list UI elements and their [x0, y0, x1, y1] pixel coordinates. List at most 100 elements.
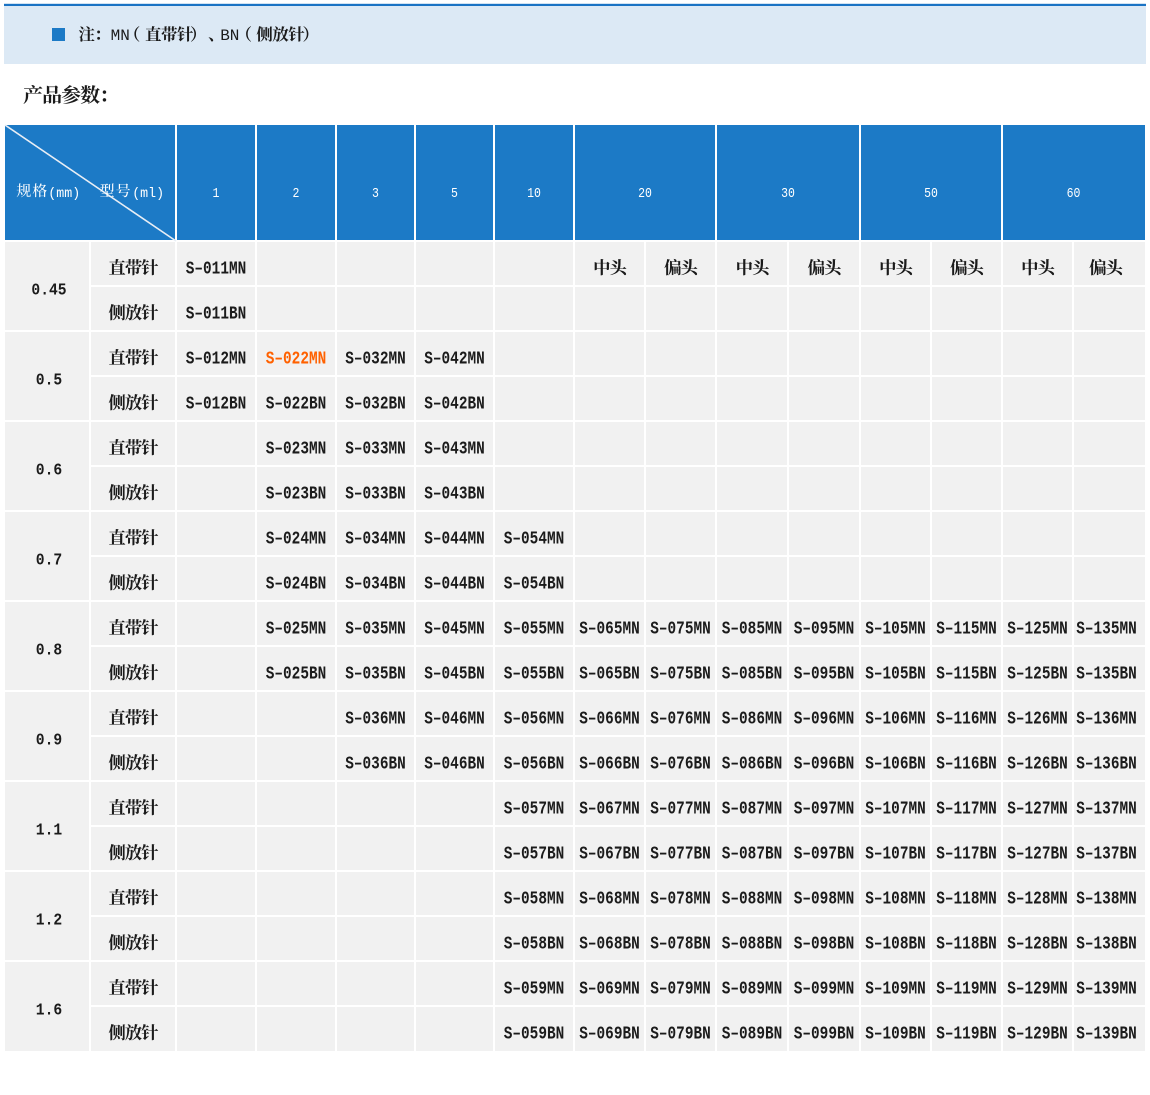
svg-text:S–107BN: S–107BN — [865, 845, 926, 865]
svg-text:S–099MN: S–099MN — [794, 980, 855, 1000]
svg-text:S–138BN: S–138BN — [1076, 935, 1137, 955]
svg-text:S–109BN: S–109BN — [865, 1025, 926, 1045]
svg-text:S–125BN: S–125BN — [1007, 665, 1068, 685]
svg-text:S–069BN: S–069BN — [579, 1025, 640, 1045]
svg-text:S–096MN: S–096MN — [794, 710, 855, 730]
svg-text:S–012BN: S–012BN — [186, 395, 247, 415]
svg-text:S–137BN: S–137BN — [1076, 845, 1137, 865]
svg-text:S–126MN: S–126MN — [1007, 710, 1068, 730]
svg-text:S–033MN: S–033MN — [345, 440, 406, 460]
svg-text:S–036BN: S–036BN — [345, 755, 406, 775]
svg-text:S–107MN: S–107MN — [865, 800, 926, 820]
svg-text:S–024MN: S–024MN — [266, 530, 327, 550]
svg-text:S–088BN: S–088BN — [722, 935, 783, 955]
svg-text:S–115BN: S–115BN — [936, 665, 997, 685]
svg-text:S–046BN: S–046BN — [424, 755, 485, 775]
svg-text:S–022BN: S–022BN — [266, 395, 327, 415]
svg-text:1: 1 — [213, 186, 220, 202]
svg-text:S–079BN: S–079BN — [650, 1025, 711, 1045]
svg-text:S–056BN: S–056BN — [504, 755, 565, 775]
svg-text:S–105BN: S–105BN — [865, 665, 926, 685]
svg-text:S–115MN: S–115MN — [936, 620, 997, 640]
svg-text:S–065MN: S–065MN — [579, 620, 640, 640]
svg-text:S–128MN: S–128MN — [1007, 890, 1068, 910]
svg-text:S–035MN: S–035MN — [345, 620, 406, 640]
svg-text:1.1: 1.1 — [36, 822, 62, 841]
svg-text:10: 10 — [527, 186, 541, 202]
svg-text:S–106MN: S–106MN — [865, 710, 926, 730]
svg-text:3: 3 — [372, 186, 379, 202]
svg-text:S–032BN: S–032BN — [345, 395, 406, 415]
svg-text:S–067BN: S–067BN — [579, 845, 640, 865]
svg-text:S–078MN: S–078MN — [650, 890, 711, 910]
svg-text:S–108MN: S–108MN — [865, 890, 926, 910]
svg-text:S–058BN: S–058BN — [504, 935, 565, 955]
svg-text:MN: MN — [111, 27, 130, 45]
svg-text:S–099BN: S–099BN — [794, 1025, 855, 1045]
svg-text:S–076MN: S–076MN — [650, 710, 711, 730]
svg-text:S–109MN: S–109MN — [865, 980, 926, 1000]
svg-text:S–065BN: S–065BN — [579, 665, 640, 685]
svg-text:S–077MN: S–077MN — [650, 800, 711, 820]
svg-text:S–129MN: S–129MN — [1007, 980, 1068, 1000]
svg-text:S–075MN: S–075MN — [650, 620, 711, 640]
svg-text:S–117BN: S–117BN — [936, 845, 997, 865]
svg-text:S–098MN: S–098MN — [794, 890, 855, 910]
svg-text:S–136MN: S–136MN — [1076, 710, 1137, 730]
svg-text:S–108BN: S–108BN — [865, 935, 926, 955]
svg-text:S–045BN: S–045BN — [424, 665, 485, 685]
svg-text:S–118MN: S–118MN — [936, 890, 997, 910]
svg-text:S–069MN: S–069MN — [579, 980, 640, 1000]
svg-text:S–034BN: S–034BN — [345, 575, 406, 595]
svg-text:S–043MN: S–043MN — [424, 440, 485, 460]
svg-text:S–033BN: S–033BN — [345, 485, 406, 505]
svg-text:S–095BN: S–095BN — [794, 665, 855, 685]
svg-text:S–089BN: S–089BN — [722, 1025, 783, 1045]
svg-text:S–075BN: S–075BN — [650, 665, 711, 685]
svg-text:S–042BN: S–042BN — [424, 395, 485, 415]
svg-text:S–057MN: S–057MN — [504, 800, 565, 820]
svg-text:S–087MN: S–087MN — [722, 800, 783, 820]
svg-text:S–106BN: S–106BN — [865, 755, 926, 775]
svg-text:S–127MN: S–127MN — [1007, 800, 1068, 820]
svg-text:S–023BN: S–023BN — [266, 485, 327, 505]
svg-text:S–088MN: S–088MN — [722, 890, 783, 910]
svg-text:S–116BN: S–116BN — [936, 755, 997, 775]
svg-text:S–042MN: S–042MN — [424, 350, 485, 370]
svg-text:S–127BN: S–127BN — [1007, 845, 1068, 865]
svg-text:S–137MN: S–137MN — [1076, 800, 1137, 820]
svg-text:S–096BN: S–096BN — [794, 755, 855, 775]
svg-text:S–105MN: S–105MN — [865, 620, 926, 640]
svg-text:0.8: 0.8 — [36, 642, 62, 661]
svg-text:0.45: 0.45 — [31, 282, 66, 301]
svg-text:S–054MN: S–054MN — [504, 530, 565, 550]
svg-text:S–032MN: S–032MN — [345, 350, 406, 370]
svg-text:0.5: 0.5 — [36, 372, 62, 391]
svg-text:S–054BN: S–054BN — [504, 575, 565, 595]
svg-text:60: 60 — [1067, 186, 1081, 202]
svg-text:S–078BN: S–078BN — [650, 935, 711, 955]
svg-text:S–068BN: S–068BN — [579, 935, 640, 955]
svg-text:S–135MN: S–135MN — [1076, 620, 1137, 640]
svg-text:S–057BN: S–057BN — [504, 845, 565, 865]
svg-text:S–098BN: S–098BN — [794, 935, 855, 955]
svg-text:S–066BN: S–066BN — [579, 755, 640, 775]
svg-text:S–097BN: S–097BN — [794, 845, 855, 865]
svg-text:S–068MN: S–068MN — [579, 890, 640, 910]
svg-text:S–126BN: S–126BN — [1007, 755, 1068, 775]
svg-text:S–059BN: S–059BN — [504, 1025, 565, 1045]
svg-text:0.6: 0.6 — [36, 462, 62, 481]
svg-text:S–135BN: S–135BN — [1076, 665, 1137, 685]
svg-text:S–079MN: S–079MN — [650, 980, 711, 1000]
svg-text:S–077BN: S–077BN — [650, 845, 711, 865]
svg-text:S–025BN: S–025BN — [266, 665, 327, 685]
svg-text:S–086MN: S–086MN — [722, 710, 783, 730]
svg-text:S–125MN: S–125MN — [1007, 620, 1068, 640]
svg-text:20: 20 — [638, 186, 652, 202]
svg-text:S–136BN: S–136BN — [1076, 755, 1137, 775]
svg-text:S–044MN: S–044MN — [424, 530, 485, 550]
svg-text:S–034MN: S–034MN — [345, 530, 406, 550]
svg-text:BN: BN — [220, 27, 239, 45]
svg-text:S–056MN: S–056MN — [504, 710, 565, 730]
svg-text:S–118BN: S–118BN — [936, 935, 997, 955]
